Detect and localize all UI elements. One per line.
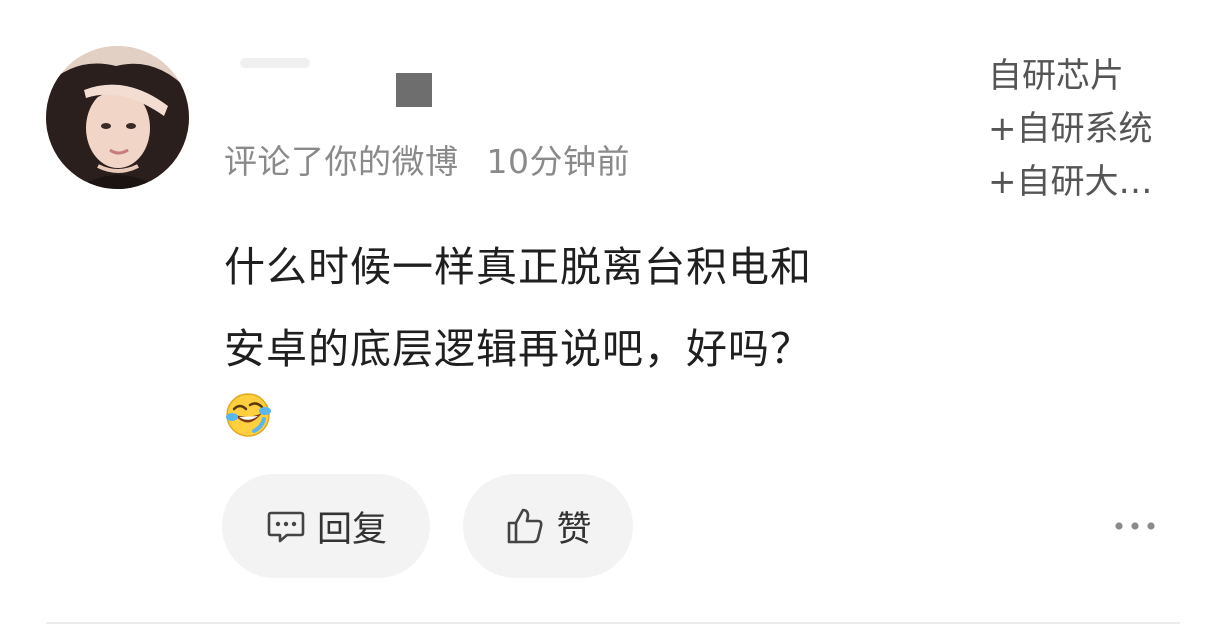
like-button[interactable]: 赞: [463, 474, 633, 578]
preview-line: 自研芯片: [988, 56, 1124, 96]
comment-bubble-icon: [265, 505, 307, 547]
notification-meta: 评论了你的微博 10分钟前: [224, 140, 630, 184]
preview-line: +自研大…: [988, 162, 1153, 202]
divider: [46, 622, 1180, 624]
reply-button[interactable]: 回复: [222, 474, 430, 578]
reply-label: 回复: [316, 509, 387, 550]
avatar[interactable]: [46, 46, 189, 189]
comment-text: 什么时候一样真正脱离台积电和 安卓的底层逻辑再说吧，好吗？: [224, 226, 964, 390]
more-dots-icon: [1115, 522, 1155, 530]
avatar-photo: [46, 46, 189, 189]
username-redaction-block: [396, 73, 432, 107]
laughing-crying-emoji-icon: [224, 391, 272, 439]
more-button[interactable]: [1110, 506, 1160, 546]
username-redacted: [240, 58, 310, 68]
comment-line: 安卓的底层逻辑再说吧，好吗？: [224, 325, 812, 373]
timestamp: 10分钟前: [486, 142, 630, 181]
thumbs-up-icon: [504, 505, 546, 547]
like-label: 赞: [556, 509, 592, 550]
comment-line: 什么时候一样真正脱离台积电和: [224, 243, 812, 291]
preview-line: +自研系统: [988, 109, 1153, 149]
referenced-post-preview[interactable]: 自研芯片 +自研系统 +自研大…: [988, 50, 1188, 209]
action-text: 评论了你的微博: [224, 142, 459, 181]
